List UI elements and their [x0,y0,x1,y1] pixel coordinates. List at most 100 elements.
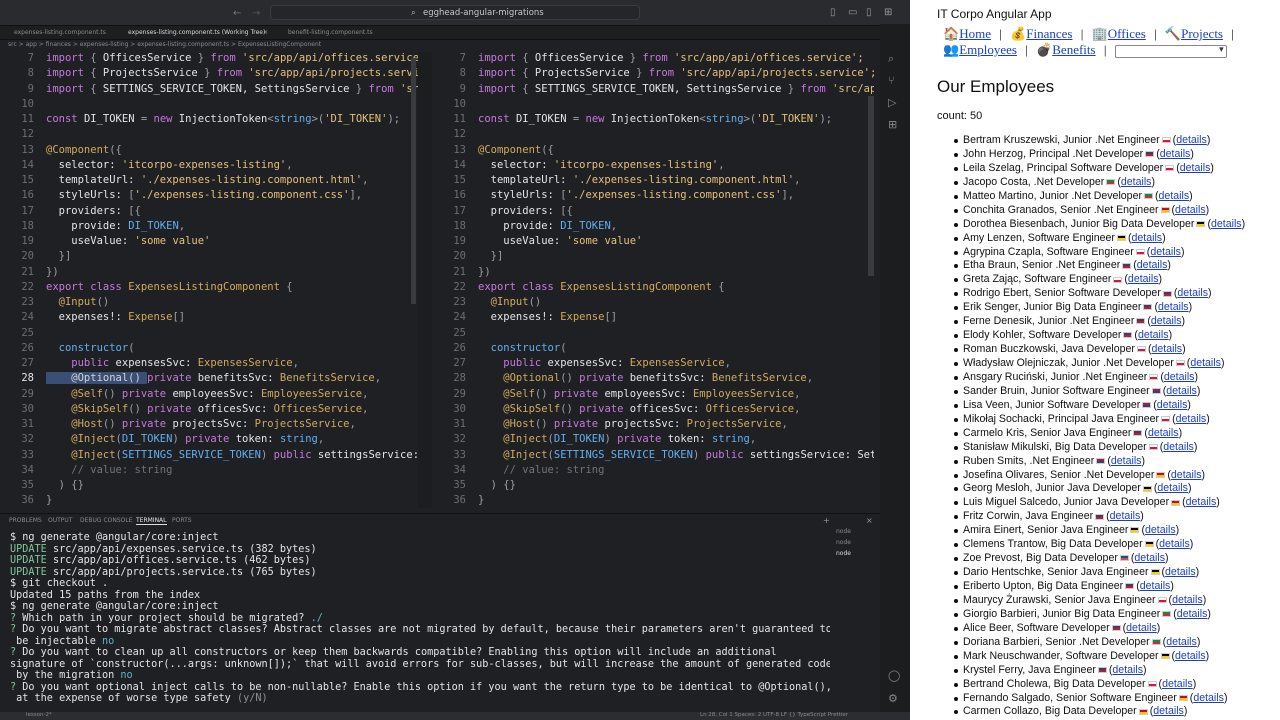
employee-details-link[interactable]: details [1166,385,1197,397]
code-line[interactable]: styleUrls: ['./expenses-listing.componen… [478,189,794,201]
code-line[interactable]: }) [478,266,491,278]
code-line[interactable]: constructor( [46,342,135,354]
code-line[interactable]: ) {} [478,479,516,491]
terminal-instance[interactable]: node [836,528,851,535]
tab-benefit-listing[interactable]: benefit-listing.component.ts [288,29,373,36]
employee-details-link[interactable]: details [1151,315,1182,327]
terminal-instance[interactable]: node [836,539,851,546]
code-line[interactable]: public expensesSvc: ExpensesService, [478,357,731,369]
code-line[interactable]: } [46,494,52,506]
git-branch[interactable]: lesson-2* [26,712,52,718]
code-line[interactable]: @Self() private employeesSvc: EmployeesS… [478,388,800,400]
employee-details-link[interactable]: details [1159,190,1190,202]
code-line[interactable]: @Optional() private benefitsSvc: Benefit… [46,372,381,385]
employee-details-link[interactable]: details [1171,469,1202,481]
employee-details-link[interactable]: details [1128,273,1159,285]
settings-gear-icon[interactable]: ⚙ [888,692,898,705]
extensions-icon[interactable]: ⊞ [888,118,897,131]
employee-details-link[interactable]: details [1172,594,1203,606]
breadcrumb-path[interactable]: src > app > finances > expenses-listing … [8,41,321,48]
code-line[interactable]: @Input() [478,296,542,308]
customize-layout-icon[interactable]: ⊞ [884,7,892,18]
employee-details-link[interactable]: details [1175,650,1206,662]
tab-expenses-listing[interactable]: expenses-listing.component.ts [14,29,106,36]
employee-details-link[interactable]: details [1164,371,1195,383]
code-line[interactable]: export class ExpensesListingComponent { [478,281,725,293]
diff-original-pane[interactable]: 7 import { OfficesService } from 'src/app… [0,52,418,508]
code-line[interactable]: providers: [{ [478,205,573,217]
employee-details-link[interactable]: details [1176,134,1207,146]
code-line[interactable]: expenses!: Expense[] [46,311,185,323]
employee-details-link[interactable]: details [1121,176,1152,188]
code-line[interactable]: selector: 'itcorpo-expenses-listing', [478,159,725,171]
employee-details-link[interactable]: details [1177,287,1208,299]
employee-details-link[interactable]: details [1163,441,1194,453]
code-line[interactable]: import { ProjectsService } from 'src/app… [478,67,874,79]
code-line[interactable]: @Inject(DI_TOKEN) private token: string, [478,433,756,445]
source-control-icon[interactable]: ⑂ [888,74,895,87]
code-line[interactable]: @Inject(SETTINGS_SERVICE_TOKEN) public s… [46,449,418,461]
toggle-sidebar-icon[interactable]: ▯ [830,7,836,18]
nav-select-dropdown[interactable] [1114,44,1227,58]
tab-debug-console[interactable]: DEBUG CONSOLE [80,517,133,524]
employee-details-link[interactable]: details [1186,496,1217,508]
code-line[interactable]: templateUrl: './expenses-listing.compone… [478,174,801,186]
toggle-secondary-sidebar-icon[interactable]: ▯ [866,7,872,18]
code-line[interactable]: @Inject(DI_TOKEN) private token: string, [46,433,324,445]
code-line[interactable]: @SkipSelf() private officesSvc: OfficesS… [46,403,368,415]
code-line[interactable]: import { SETTINGS_SERVICE_TOKEN, Setting… [46,83,418,95]
code-line[interactable]: // value: string [46,464,172,476]
account-icon[interactable]: ◯ [888,669,900,682]
employee-details-link[interactable]: details [1134,552,1165,564]
tab-terminal[interactable]: TERMINAL [136,517,167,525]
code-line[interactable]: @Self() private employeesSvc: EmployeesS… [46,388,368,400]
code-line[interactable]: @Host() private projectsSvc: ProjectsSer… [478,418,788,430]
right-scrollbar[interactable] [868,96,874,276]
code-line[interactable]: @Inject(SETTINGS_SERVICE_TOKEN) public s… [478,449,874,461]
tab-problems[interactable]: PROBLEMS [9,517,42,524]
code-line[interactable]: @Input() [46,296,110,308]
code-line[interactable]: import { OfficesService } from 'src/app/… [478,52,864,64]
diff-modified-pane[interactable]: 7 import { OfficesService } from 'src/app… [432,52,874,508]
employee-details-link[interactable]: details [1162,678,1193,690]
new-terminal-icon[interactable]: + [823,516,830,525]
employee-details-link[interactable]: details [1148,427,1179,439]
toggle-panel-icon[interactable]: ▭ [848,7,857,18]
code-line[interactable]: import { OfficesService } from 'src/app/… [46,52,418,64]
code-line[interactable]: } [478,494,484,506]
code-line[interactable]: }] [46,250,72,262]
employee-details-link[interactable]: details [1158,301,1189,313]
code-line[interactable]: providers: [{ [46,205,141,217]
employee-details-link[interactable]: details [1190,357,1221,369]
employee-details-link[interactable]: details [1131,232,1162,244]
employee-details-link[interactable]: details [1159,538,1190,550]
terminal-output[interactable]: $ ng generate @angular/core:inject UPDATE… [10,532,830,712]
employee-details-link[interactable]: details [1177,608,1208,620]
left-scrollbar[interactable] [411,58,416,304]
code-line[interactable]: @Host() private projectsSvc: ProjectsSer… [46,418,356,430]
nav-link-home[interactable]: Home [959,26,991,41]
employee-details-link[interactable]: details [1137,259,1168,271]
code-line[interactable]: styleUrls: ['./expenses-listing.componen… [46,189,362,201]
code-line[interactable]: @Optional() private benefitsSvc: Benefit… [478,372,813,384]
employee-details-link[interactable]: details [1193,692,1224,704]
employee-details-link[interactable]: details [1211,218,1242,230]
employee-details-link[interactable]: details [1150,246,1181,258]
nav-link-offices[interactable]: Offices [1108,26,1146,41]
code-line[interactable]: const DI_TOKEN = new InjectionToken<stri… [478,113,832,125]
employee-details-link[interactable]: details [1160,148,1191,160]
nav-link-projects[interactable]: Projects [1181,26,1223,41]
code-line[interactable]: import { SETTINGS_SERVICE_TOKEN, Setting… [478,83,874,95]
code-line[interactable]: useValue: 'some value' [46,235,210,247]
employee-details-link[interactable]: details [1175,204,1206,216]
tab-output[interactable]: OUTPUT [48,517,72,524]
employee-details-link[interactable]: details [1140,580,1171,592]
employee-details-link[interactable]: details [1138,329,1169,341]
employee-details-link[interactable]: details [1111,455,1142,467]
command-center-search[interactable]: ⌕ egghead-angular-migrations [270,5,640,20]
code-line[interactable]: expenses!: Expense[] [478,311,617,323]
employee-details-link[interactable]: details [1112,664,1143,676]
code-line[interactable]: templateUrl: './expenses-listing.compone… [46,174,369,186]
tab-expenses-listing-working-tree[interactable]: expenses-listing.component.ts (Working T… [128,29,265,36]
employee-details-link[interactable]: details [1126,622,1157,634]
